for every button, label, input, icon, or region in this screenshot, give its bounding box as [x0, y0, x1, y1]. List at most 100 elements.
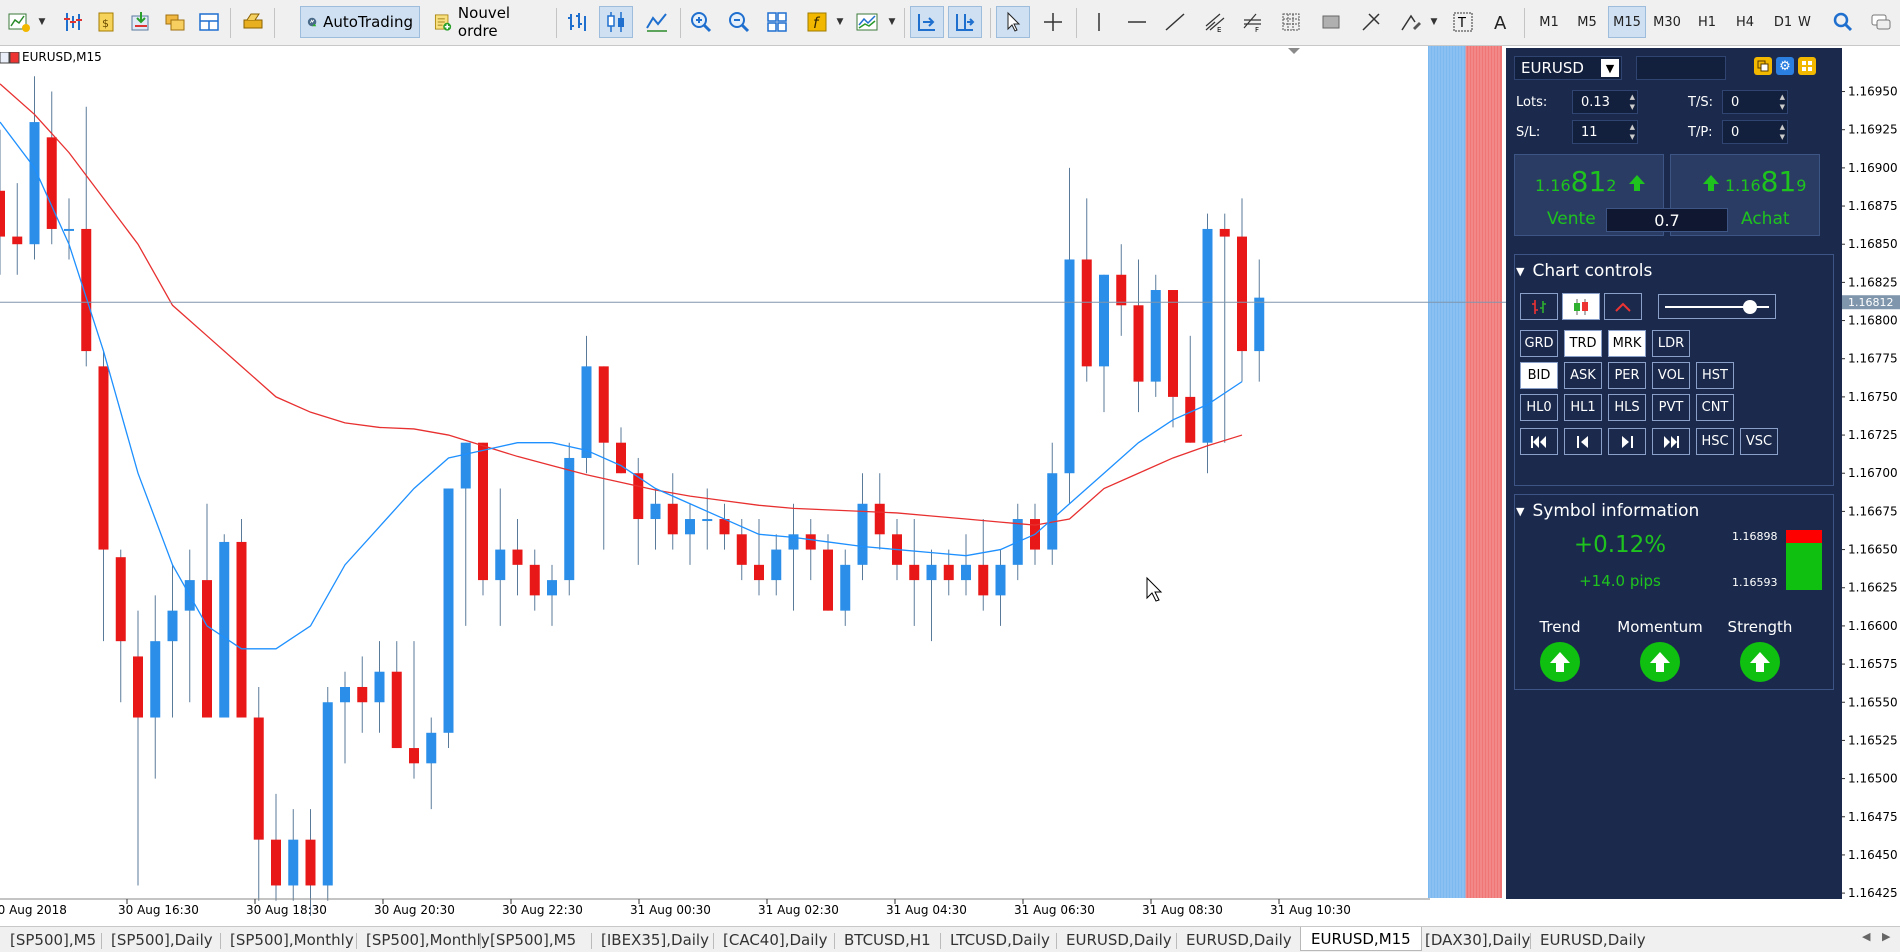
- new-order-button[interactable]: Nouvel ordre: [426, 4, 548, 40]
- timeframe-m30-button[interactable]: M30: [1648, 6, 1686, 38]
- control-pvt-button[interactable]: PVT: [1652, 394, 1690, 421]
- fibonacci-icon[interactable]: F: [1236, 6, 1270, 38]
- control-hl0-button[interactable]: HL0: [1520, 394, 1558, 421]
- stop-loss-stepper-icon[interactable]: ▲ ▼: [1630, 122, 1635, 142]
- chart-tab[interactable]: BTCUSD,H1: [844, 930, 931, 950]
- chart-tab[interactable]: [DAX30],Daily: [1425, 930, 1530, 950]
- layout-icon[interactable]: [1798, 57, 1816, 75]
- control-per-button[interactable]: PER: [1608, 362, 1646, 389]
- chart-tab[interactable]: [SP500],M5: [10, 930, 96, 950]
- cursor-icon[interactable]: [996, 6, 1030, 38]
- search-icon[interactable]: [1826, 6, 1860, 38]
- control-vol-button[interactable]: VOL: [1652, 362, 1690, 389]
- crosshair-icon[interactable]: [1036, 6, 1070, 38]
- zoom-slider[interactable]: [1658, 294, 1776, 319]
- tabs-scroll-right-icon[interactable]: ▶: [1882, 930, 1890, 943]
- tile-charts-icon[interactable]: [760, 6, 794, 38]
- auto-scroll-icon[interactable]: [910, 6, 944, 38]
- shapes-icon[interactable]: [1394, 6, 1428, 38]
- step-forward-button[interactable]: [1608, 428, 1646, 455]
- copy-icon[interactable]: [1754, 57, 1772, 75]
- autotrading-button[interactable]: AutoTrading: [300, 6, 420, 38]
- control-hl1-button[interactable]: HL1: [1564, 394, 1602, 421]
- text-box-icon[interactable]: T: [1446, 6, 1480, 38]
- timeframe-m1-button[interactable]: M1: [1530, 6, 1568, 38]
- trailing-stop-stepper-icon[interactable]: ▲ ▼: [1780, 92, 1785, 112]
- chart-tab[interactable]: [IBEX35],Daily: [601, 930, 709, 950]
- control-ldr-button[interactable]: LDR: [1652, 330, 1690, 357]
- timeframe-m15-button[interactable]: M15: [1608, 6, 1646, 38]
- line-mode-button[interactable]: [1604, 293, 1642, 320]
- take-profit-stepper-icon[interactable]: ▲ ▼: [1780, 122, 1785, 142]
- market-watch-icon[interactable]: [56, 6, 90, 38]
- bar-chart-icon[interactable]: [560, 6, 594, 38]
- chart-tab[interactable]: [SP500],M5: [490, 930, 576, 950]
- chart-tab[interactable]: EURUSD,M15: [1300, 927, 1422, 951]
- gann-grid-icon[interactable]: [1274, 6, 1308, 38]
- indicators-dropdown-icon[interactable]: ▼: [834, 6, 846, 38]
- indicators-icon[interactable]: f: [800, 6, 834, 38]
- skip-to-end-button[interactable]: [1652, 428, 1690, 455]
- control-ask-button[interactable]: ASK: [1564, 362, 1602, 389]
- step-back-button[interactable]: [1564, 428, 1602, 455]
- timeframe-d1-button[interactable]: D1: [1764, 6, 1802, 38]
- candle-mode-button[interactable]: [1562, 293, 1600, 320]
- stop-loss-input[interactable]: 11 ▲ ▼: [1572, 120, 1638, 144]
- text-icon[interactable]: A: [1484, 6, 1518, 38]
- chart-tab[interactable]: [SP500],Daily: [111, 930, 213, 950]
- chart-tab[interactable]: [SP500],Monthly: [366, 930, 490, 950]
- pitchfork-icon[interactable]: [1354, 6, 1388, 38]
- data-window-icon[interactable]: $: [90, 6, 124, 38]
- equidistant-channel-icon[interactable]: E: [1198, 6, 1232, 38]
- control-cnt-button[interactable]: CNT: [1696, 394, 1734, 421]
- skip-to-start-button[interactable]: [1520, 428, 1558, 455]
- tabs-scroll-left-icon[interactable]: ◀: [1862, 930, 1870, 943]
- chart-tab[interactable]: LTCUSD,Daily: [950, 930, 1050, 950]
- timeframe-h4-button[interactable]: H4: [1726, 6, 1764, 38]
- trend-line-icon[interactable]: [1158, 6, 1192, 38]
- control-hst-button[interactable]: HST: [1696, 362, 1734, 389]
- timeframe-h1-button[interactable]: H1: [1688, 6, 1726, 38]
- control-hls-button[interactable]: HLS: [1608, 394, 1646, 421]
- rectangle-icon[interactable]: [1314, 6, 1348, 38]
- lots-stepper-icon[interactable]: ▲ ▼: [1630, 92, 1635, 112]
- folders-icon[interactable]: [158, 6, 192, 38]
- control-grd-button[interactable]: GRD: [1520, 330, 1558, 357]
- chart-tab[interactable]: [CAC40],Daily: [723, 930, 827, 950]
- settings-icon[interactable]: ⚙: [1776, 57, 1794, 75]
- timeframe-w1-button[interactable]: W: [1798, 6, 1818, 38]
- symbol-select[interactable]: EURUSD ▼: [1514, 56, 1622, 80]
- bar-mode-button[interactable]: [1520, 293, 1558, 320]
- timeframe-m5-button[interactable]: M5: [1568, 6, 1606, 38]
- candlestick-chart-icon[interactable]: [599, 6, 633, 38]
- chat-icon[interactable]: [1864, 6, 1898, 38]
- symbol-information-header[interactable]: ▼ Symbol information: [1506, 496, 1842, 526]
- control-trd-button[interactable]: TRD: [1564, 330, 1602, 357]
- chart-tab[interactable]: EURUSD,Daily: [1186, 930, 1292, 950]
- chart-shift-icon[interactable]: [948, 6, 982, 38]
- shapes-dropdown-icon[interactable]: ▼: [1428, 6, 1440, 38]
- control-bid-button[interactable]: BID: [1520, 362, 1558, 389]
- zoom-slider-handle[interactable]: [1743, 300, 1758, 314]
- new-chart-dropdown-icon[interactable]: ▼: [36, 6, 48, 38]
- tile-windows-icon[interactable]: [192, 6, 226, 38]
- lots-input[interactable]: 0.13 ▲ ▼: [1572, 90, 1638, 114]
- symbol-search-field[interactable]: [1636, 56, 1726, 80]
- chart-tab[interactable]: EURUSD,Daily: [1540, 930, 1646, 950]
- templates-dropdown-icon[interactable]: ▼: [886, 6, 898, 38]
- vertical-line-icon[interactable]: [1082, 6, 1116, 38]
- new-chart-icon[interactable]: [2, 6, 36, 38]
- vsc-button[interactable]: VSC: [1740, 428, 1778, 455]
- trailing-stop-input[interactable]: 0 ▲ ▼: [1722, 90, 1788, 114]
- zoom-out-icon[interactable]: [722, 6, 756, 38]
- chart-tab[interactable]: [SP500],Monthly: [230, 930, 354, 950]
- zoom-in-icon[interactable]: [684, 6, 718, 38]
- chart-tab[interactable]: EURUSD,Daily: [1066, 930, 1172, 950]
- hsc-button[interactable]: HSC: [1696, 428, 1734, 455]
- strategy-tester-icon[interactable]: [236, 6, 270, 38]
- take-profit-input[interactable]: 0 ▲ ▼: [1722, 120, 1788, 144]
- horizontal-line-icon[interactable]: [1120, 6, 1154, 38]
- templates-icon[interactable]: [850, 6, 884, 38]
- navigator-icon[interactable]: [124, 6, 158, 38]
- chart-controls-header[interactable]: ▼ Chart controls: [1506, 256, 1842, 286]
